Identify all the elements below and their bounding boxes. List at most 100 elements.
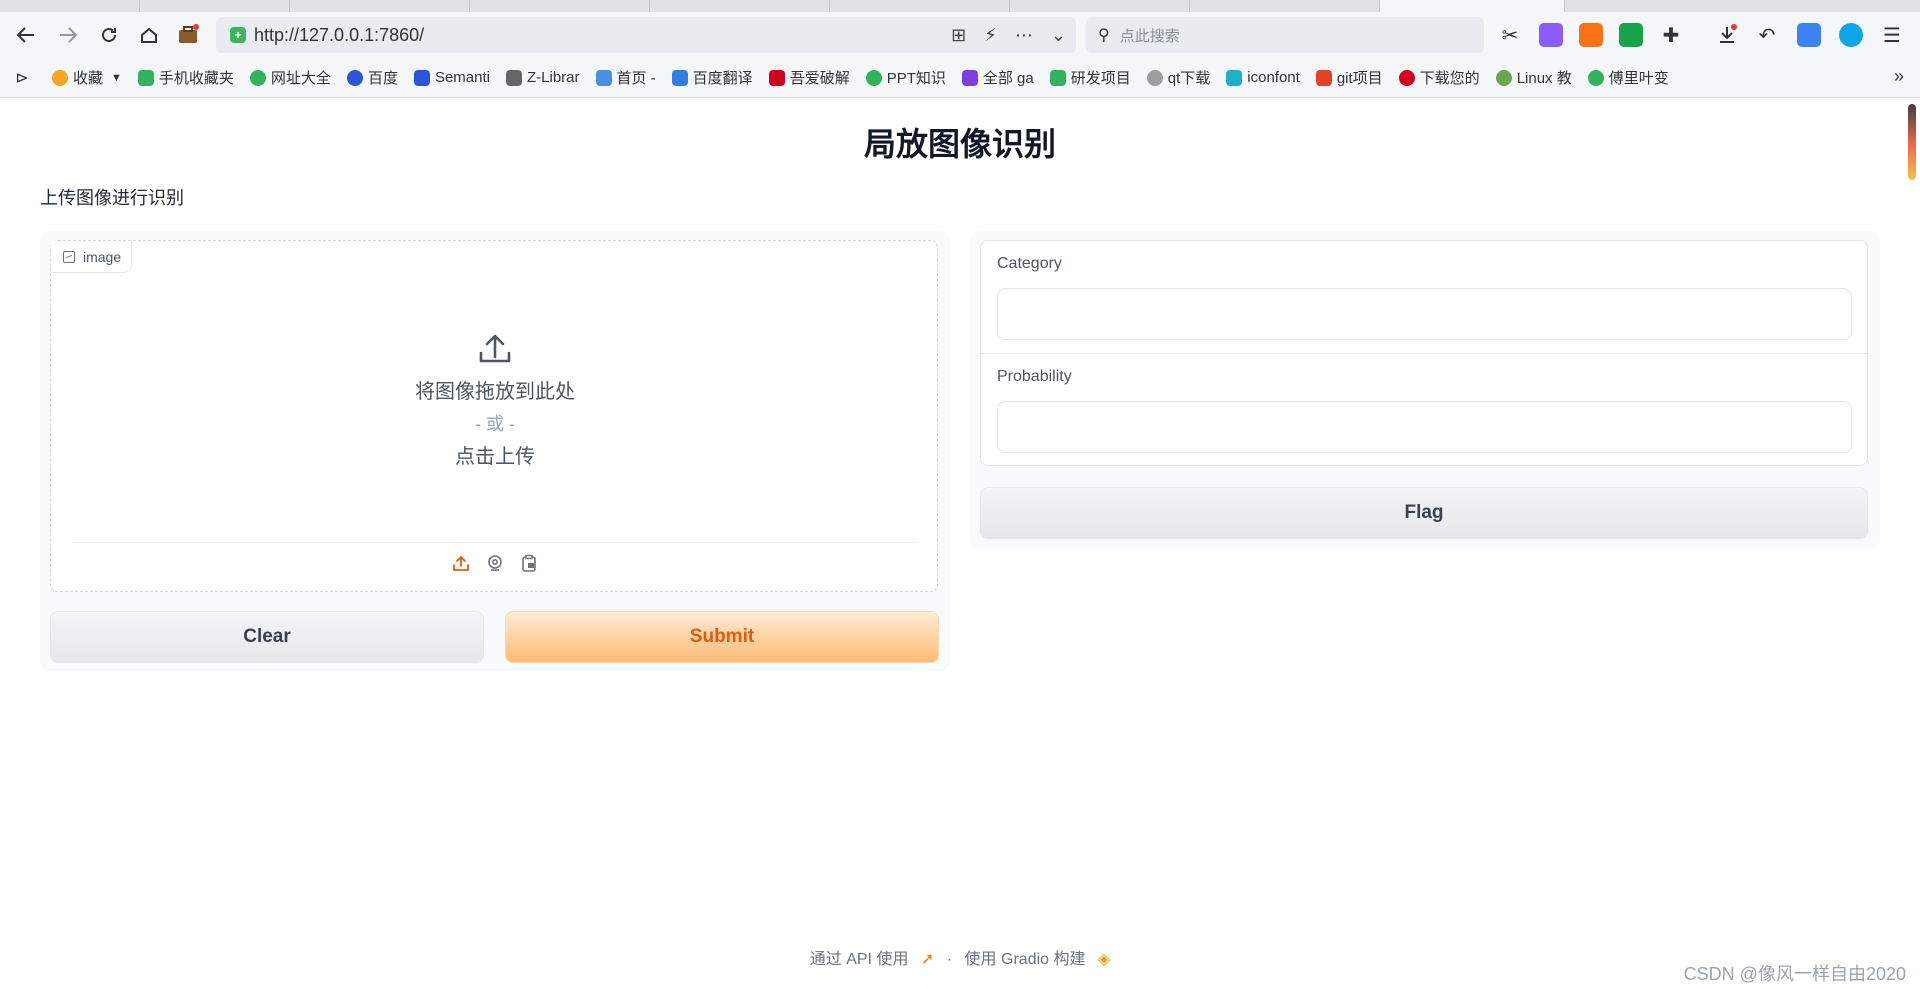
bookmark-favicon: [1226, 69, 1243, 86]
search-icon: ⚲: [1098, 27, 1110, 44]
address-bar[interactable]: + http://127.0.0.1:7860/ ⊞ ⚡ ⋯ ⌄: [216, 17, 1076, 53]
upload-source-icon[interactable]: [451, 553, 471, 573]
output-fields: Category Probability: [980, 240, 1868, 466]
browser-tab[interactable]: [140, 0, 290, 12]
puzzle-icon[interactable]: ✚: [1659, 23, 1683, 47]
star-icon: [52, 69, 68, 86]
footer: 通过 API 使用 ➚ · 使用 Gradio 构建 ◈: [0, 945, 1920, 969]
url-text[interactable]: http://127.0.0.1:7860/: [254, 25, 424, 46]
bookmarks-overflow-icon[interactable]: »: [1894, 66, 1904, 87]
webcam-source-icon[interactable]: [485, 553, 505, 573]
translate-icon[interactable]: ⊞: [951, 25, 966, 46]
bookmark-favicon: [505, 69, 522, 86]
browser-tab[interactable]: [470, 0, 650, 12]
browser-tab[interactable]: [290, 0, 470, 12]
divider: [981, 353, 1867, 354]
bookmark-item[interactable]: qt下载: [1139, 58, 1219, 98]
sync-icon[interactable]: [1839, 23, 1863, 47]
upload-click-text[interactable]: 点击上传: [51, 440, 939, 469]
image-upload-area[interactable]: image 将图像拖放到此处 - 或 - 点击上传: [50, 240, 938, 592]
divider: [73, 542, 917, 543]
bookmark-item[interactable]: 研发项目: [1042, 58, 1139, 98]
lightning-icon[interactable]: ⚡: [984, 25, 997, 46]
upload-drop-text: 将图像拖放到此处: [415, 381, 575, 403]
bookmark-item[interactable]: 手机收藏夹: [130, 58, 242, 98]
rocket-icon: ➚: [920, 951, 935, 968]
forward-icon[interactable]: [56, 23, 80, 47]
bookmark-item[interactable]: 网址大全: [242, 58, 339, 98]
search-bar[interactable]: ⚲ 点此搜索: [1086, 17, 1484, 53]
image-icon: [63, 250, 75, 263]
bookmark-item[interactable]: 百度翻译: [664, 58, 761, 98]
bookmark-favicon: [768, 69, 785, 86]
browser-tab[interactable]: [0, 0, 140, 12]
home-icon[interactable]: [137, 23, 161, 47]
image-component-label: image: [51, 241, 133, 273]
bookmark-item[interactable]: Linux 教: [1488, 58, 1580, 98]
footer-separator: ·: [946, 951, 953, 968]
back-icon[interactable]: [14, 23, 38, 47]
bookmark-item[interactable]: 傅里叶变: [1580, 58, 1677, 98]
download-icon[interactable]: [1715, 23, 1739, 47]
bookmark-item[interactable]: 全部 ga: [954, 58, 1042, 98]
bookmark-favicon: [595, 69, 612, 86]
scissors-icon[interactable]: ✂: [1498, 23, 1522, 47]
browser-tab[interactable]: [830, 0, 1010, 12]
input-panel: image 将图像拖放到此处 - 或 - 点击上传 Clear Submit: [40, 231, 950, 671]
ai-extension-icon[interactable]: [1797, 23, 1821, 47]
secure-icon: +: [230, 27, 246, 43]
api-link[interactable]: 通过 API 使用: [810, 951, 909, 968]
bookmark-item[interactable]: 百度: [339, 58, 406, 98]
bookmark-favicon: [865, 69, 882, 86]
upload-or-text: - 或 -: [475, 414, 515, 434]
briefcase-icon[interactable]: [176, 23, 200, 47]
browser-tab[interactable]: [650, 0, 830, 12]
browser-toolbar: + http://127.0.0.1:7860/ ⊞ ⚡ ⋯ ⌄ ⚲ 点此搜索 …: [0, 12, 1920, 58]
flag-button[interactable]: Flag: [980, 487, 1868, 539]
chevron-down-icon[interactable]: ⌄: [1051, 25, 1066, 46]
bookmark-favicon: [137, 69, 154, 86]
clipboard-source-icon[interactable]: [519, 553, 539, 573]
bookmark-item[interactable]: 吾爱破解: [761, 58, 858, 98]
category-label: Category: [997, 255, 1062, 272]
browser-tab-active[interactable]: [1380, 0, 1565, 12]
search-placeholder: 点此搜索: [1119, 27, 1180, 45]
bookmarks-bar: ⊳ 收藏 ▼ 手机收藏夹 网址大全 百度 Semanti Z-Librar 首页 …: [0, 58, 1920, 98]
bookmark-favicon: [1146, 69, 1163, 86]
clear-button[interactable]: Clear: [50, 611, 484, 663]
menu-icon[interactable]: ☰: [1880, 23, 1904, 47]
bookmark-favicon: [1495, 69, 1512, 86]
undo-icon[interactable]: ↶: [1755, 23, 1779, 47]
bookmark-item[interactable]: Semanti: [406, 58, 498, 98]
watermark: CSDN @像风一样自由2020: [1683, 964, 1906, 984]
upload-prompt[interactable]: 将图像拖放到此处 - 或 - 点击上传: [51, 329, 939, 469]
submit-button[interactable]: Submit: [505, 611, 939, 663]
bookmark-item[interactable]: 收藏 ▼: [44, 58, 130, 98]
more-icon[interactable]: ⋯: [1015, 25, 1033, 46]
reader-extension-icon[interactable]: [1619, 23, 1643, 47]
bookmark-item[interactable]: Z-Librar: [498, 58, 588, 98]
page-description: 上传图像进行识别: [40, 188, 184, 208]
sidebar-toggle-icon[interactable]: ⊳: [0, 68, 44, 88]
bookmark-item[interactable]: iconfont: [1218, 58, 1308, 98]
translate-extension-icon[interactable]: [1539, 23, 1563, 47]
bookmark-favicon: [1315, 69, 1332, 86]
bookmark-item[interactable]: 下载您的: [1391, 58, 1488, 98]
bookmark-item[interactable]: git项目: [1308, 58, 1391, 98]
browser-tab[interactable]: [1190, 0, 1380, 12]
bookmark-favicon: [346, 69, 363, 86]
probability-output[interactable]: [997, 401, 1852, 453]
output-panel: Category Probability Flag: [970, 231, 1880, 549]
gradio-link[interactable]: 使用 Gradio 构建: [965, 951, 1086, 968]
bookmark-favicon: [1398, 69, 1415, 86]
gradio-page: 局放图像识别 上传图像进行识别 image 将图像拖放到此处 - 或 - 点击上…: [0, 99, 1920, 989]
browser-tab[interactable]: [1010, 0, 1190, 12]
upload-icon: [475, 329, 515, 369]
reload-icon[interactable]: [97, 23, 121, 47]
game-extension-icon[interactable]: [1579, 23, 1603, 47]
gradio-logo-icon: ◈: [1097, 951, 1111, 968]
scrollbar[interactable]: [1908, 104, 1916, 180]
bookmark-item[interactable]: PPT知识: [858, 58, 954, 98]
category-output[interactable]: [997, 288, 1852, 340]
bookmark-item[interactable]: 首页 -: [588, 58, 664, 98]
